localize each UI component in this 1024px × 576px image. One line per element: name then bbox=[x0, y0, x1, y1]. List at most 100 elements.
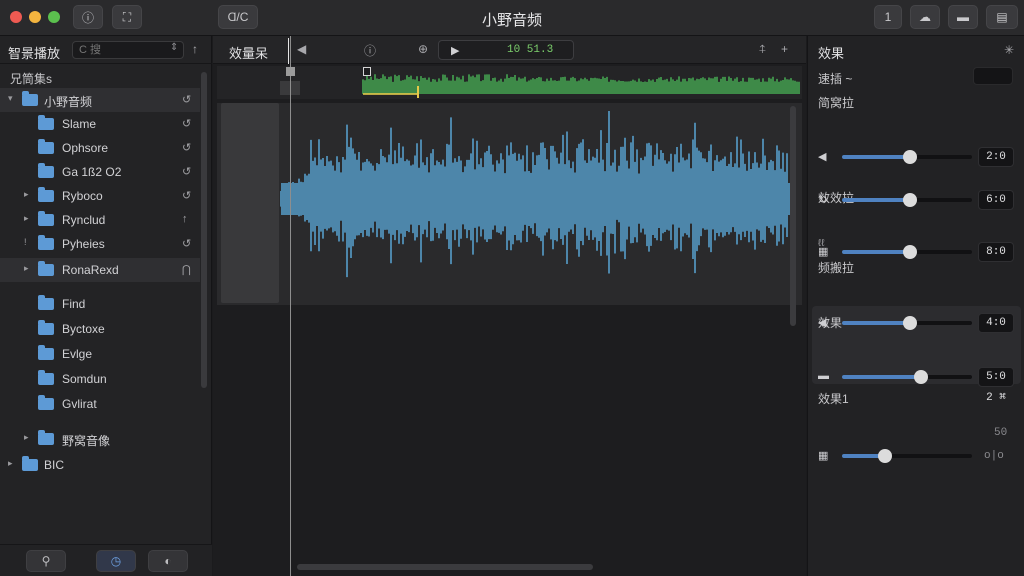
disclosure-icon[interactable]: ▸ bbox=[24, 213, 29, 224]
value-field[interactable]: 5:0 bbox=[978, 367, 1014, 387]
close-window-button[interactable] bbox=[10, 11, 22, 23]
capture-toolbar-button[interactable]: ⛶ bbox=[112, 5, 142, 29]
folder-row[interactable]: ▸ BIC bbox=[0, 453, 200, 477]
effect-slider[interactable] bbox=[842, 316, 972, 330]
waveform-overview[interactable] bbox=[217, 66, 802, 99]
folder-icon bbox=[22, 456, 38, 471]
folder-label: Evlge bbox=[62, 347, 93, 361]
sync-toolbar-button[interactable]: ☁ bbox=[910, 5, 940, 29]
folder-icon bbox=[38, 187, 54, 202]
control-icon: ◀ bbox=[818, 317, 827, 329]
effect-slider[interactable] bbox=[842, 449, 972, 463]
slider-knob[interactable] bbox=[902, 193, 917, 207]
transport-display[interactable]: ▶ 10 51.3 bbox=[438, 40, 574, 60]
folder-row[interactable]: Evlge bbox=[0, 342, 200, 366]
value-field[interactable]: 2:0 bbox=[978, 147, 1014, 167]
folder-label: Gvlirat bbox=[62, 397, 97, 411]
info-toolbar-button[interactable]: ⓘ bbox=[73, 5, 103, 29]
folder-row[interactable]: ▸ Ryboco ↺ bbox=[0, 184, 200, 208]
value-field[interactable]: 4:0 bbox=[978, 313, 1014, 333]
up-arrow-icon[interactable]: ↑ bbox=[192, 42, 198, 56]
effect-slider[interactable] bbox=[842, 193, 972, 207]
value-field[interactable]: 8:0 bbox=[978, 242, 1014, 262]
row-action-icon[interactable]: ↺ bbox=[182, 117, 191, 130]
value-field[interactable]: 6:0 bbox=[978, 190, 1014, 210]
folder-row[interactable]: Ophsore ↺ bbox=[0, 136, 200, 160]
audio-track[interactable] bbox=[217, 103, 802, 305]
folder-row[interactable]: ▸ RonaRexd ⋂ bbox=[0, 258, 200, 282]
inspector-toggle-button[interactable]: ▤ bbox=[986, 5, 1018, 29]
sidebar-search-input[interactable] bbox=[72, 41, 184, 59]
folder-row[interactable]: Slame ↺ bbox=[0, 112, 200, 136]
add-icon[interactable]: + bbox=[781, 42, 788, 56]
sidebar-section-label: 兄筒集s bbox=[10, 72, 53, 86]
disclosure-icon[interactable]: ▸ bbox=[24, 263, 29, 274]
settings-asterisk-icon[interactable]: ✳ bbox=[1004, 43, 1014, 57]
editor-toolbar: 效量呆 ◀ ⓘ ⊕ ▶ 10 51.3 ⍏ + bbox=[213, 36, 806, 64]
folder-row[interactable]: Gvlirat bbox=[0, 392, 200, 416]
value-text-secondary: o|o bbox=[984, 450, 1004, 462]
row-action-icon[interactable]: ↑ bbox=[182, 213, 188, 225]
disclosure-icon[interactable]: ! bbox=[24, 237, 27, 247]
disclosure-icon[interactable]: ▸ bbox=[24, 189, 29, 200]
sidebar-scrollbar[interactable] bbox=[201, 72, 207, 388]
folder-label: BIC bbox=[44, 458, 65, 472]
info-icon[interactable]: ⓘ bbox=[364, 42, 376, 59]
main-waveform[interactable] bbox=[217, 103, 802, 305]
editor-vertical-scrollbar[interactable] bbox=[790, 106, 796, 326]
folder-icon bbox=[38, 261, 54, 276]
folder-label: Find bbox=[62, 297, 86, 311]
count-toolbar-button[interactable]: 1 bbox=[874, 5, 902, 29]
pin-icon[interactable]: ⍏ bbox=[759, 42, 766, 57]
selection-start-marker[interactable] bbox=[363, 67, 371, 76]
tag-icon: ◐ bbox=[164, 554, 172, 568]
row-action-icon[interactable]: ↺ bbox=[182, 165, 191, 178]
slider-fill bbox=[842, 375, 922, 379]
folder-icon bbox=[38, 235, 54, 250]
folder-label: Pyheies bbox=[62, 237, 105, 251]
footer-tag-button[interactable]: ◐ bbox=[148, 550, 188, 572]
folder-row[interactable]: ▸ Rynclud ↑ bbox=[0, 208, 200, 232]
folder-row[interactable]: Ga 1ß2 O2 ↺ bbox=[0, 160, 200, 184]
folder-row[interactable]: ▾ 小野音频 ↺ bbox=[0, 88, 200, 112]
folder-row[interactable]: Find bbox=[0, 292, 200, 316]
disclosure-icon[interactable]: ▸ bbox=[24, 432, 29, 443]
row-action-icon[interactable]: ⋂ bbox=[182, 263, 191, 276]
folder-row[interactable]: Byctoxe bbox=[0, 317, 200, 341]
zoom-window-button[interactable] bbox=[48, 11, 60, 23]
effect-slider[interactable] bbox=[842, 245, 972, 259]
effects-toggle[interactable] bbox=[973, 67, 1013, 85]
folder-row[interactable]: ! Pyheies ↺ bbox=[0, 232, 200, 256]
panel-icon: ▬ bbox=[957, 10, 969, 24]
playhead-marker[interactable] bbox=[286, 67, 295, 76]
editor-horizontal-scrollbar[interactable] bbox=[297, 564, 593, 570]
playhead-line[interactable] bbox=[290, 36, 291, 576]
minimize-window-button[interactable] bbox=[29, 11, 41, 23]
disclosure-icon[interactable]: ▸ bbox=[8, 458, 13, 469]
effect-slider[interactable] bbox=[842, 370, 972, 384]
slider-knob[interactable] bbox=[902, 245, 917, 259]
zoom-icon[interactable]: ⊕ bbox=[418, 42, 428, 56]
selection-end-marker[interactable] bbox=[417, 86, 419, 98]
group1-label: 简窝拉 bbox=[818, 96, 855, 110]
slider-knob[interactable] bbox=[902, 316, 917, 330]
slider-knob[interactable] bbox=[902, 150, 917, 164]
back-icon[interactable]: ◀ bbox=[297, 42, 306, 56]
row-action-icon[interactable]: ↺ bbox=[182, 93, 191, 106]
folder-label: 小野音频 bbox=[44, 95, 93, 109]
folder-row[interactable]: Somdun bbox=[0, 367, 200, 391]
disclosure-icon[interactable]: ▾ bbox=[8, 93, 13, 104]
folder-icon bbox=[38, 345, 54, 360]
sidebar-toggle-button[interactable]: ▬ bbox=[948, 5, 978, 29]
effect-slider[interactable] bbox=[842, 150, 972, 164]
search-stepper-icon[interactable]: ⇕ bbox=[170, 42, 178, 53]
row-action-icon[interactable]: ↺ bbox=[182, 237, 191, 250]
slider-knob[interactable] bbox=[877, 449, 892, 463]
play-icon[interactable]: ▶ bbox=[451, 44, 459, 57]
row-action-icon[interactable]: ↺ bbox=[182, 141, 191, 154]
row-action-icon[interactable]: ↺ bbox=[182, 189, 191, 202]
footer-search-button[interactable]: ⚲ bbox=[26, 550, 66, 572]
folder-row[interactable]: ▸ 野窝音像 bbox=[0, 427, 200, 451]
mode-toolbar-button[interactable]: Ɑ/C bbox=[218, 5, 258, 29]
footer-clock-button[interactable]: ◷ bbox=[96, 550, 136, 572]
